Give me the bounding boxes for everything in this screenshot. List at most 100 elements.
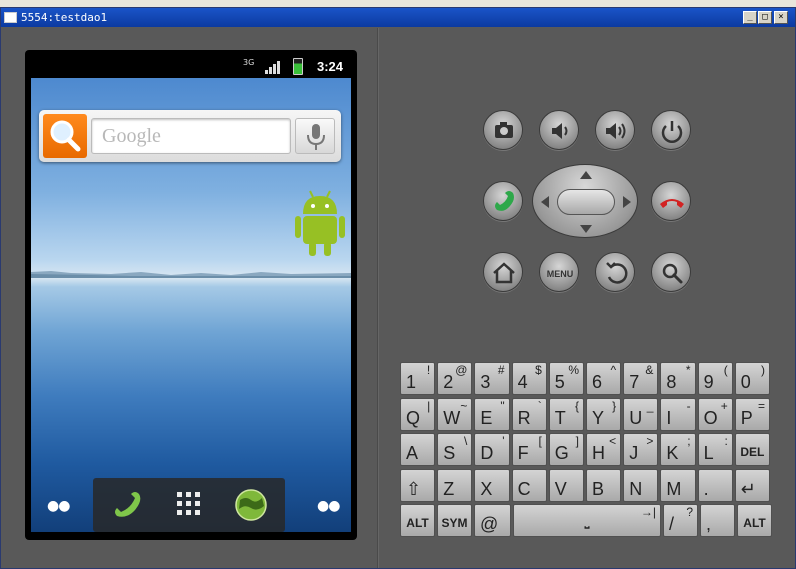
key-row1-6[interactable]: 7 &	[623, 362, 659, 395]
key-alt-label: !	[426, 363, 431, 377]
key-row1-2[interactable]: 3 #	[474, 362, 510, 395]
home-screen-wallpaper[interactable]: Google ●● ●●	[31, 78, 351, 532]
key-alt-label: |	[427, 398, 431, 413]
key-row3-7[interactable]: K;	[660, 433, 696, 466]
dpad-down-icon[interactable]	[580, 225, 592, 233]
dpad-up-icon[interactable]	[580, 171, 592, 179]
sym-key[interactable]: SYM	[437, 504, 472, 537]
microphone-icon	[307, 124, 325, 150]
key-row2-9[interactable]: P =	[734, 397, 770, 431]
key-row1-5[interactable]: 6 ^	[586, 362, 622, 395]
key-row2-4[interactable]: T{	[548, 397, 584, 431]
call-button[interactable]	[483, 181, 523, 221]
key-row1-8[interactable]: 9(	[697, 362, 733, 395]
key-row2-2[interactable]: E "	[474, 397, 510, 431]
menu-button[interactable]: MENU	[539, 252, 579, 292]
alt-left-key[interactable]: ALT	[400, 504, 435, 537]
key-row3-0[interactable]: A	[400, 433, 436, 466]
key-row2-5[interactable]: Y}	[586, 397, 622, 431]
key-row4-2[interactable]: X	[474, 468, 510, 502]
power-button[interactable]	[651, 110, 691, 150]
key-row1-3[interactable]: 4 $	[511, 362, 547, 395]
key-label: 6	[592, 372, 603, 392]
phone-icon[interactable]	[107, 486, 147, 524]
key-alt-label: \	[464, 434, 468, 448]
key-row2-7[interactable]: I-	[660, 397, 696, 431]
key-label: O	[703, 407, 718, 428]
page-indicator-left[interactable]: ●●	[47, 498, 70, 514]
key-row2-1[interactable]: W ~	[437, 397, 473, 431]
key-row4-0[interactable]: ⇧	[400, 468, 436, 502]
space-key[interactable]: ⎵ →|	[513, 504, 661, 537]
volume-down-button[interactable]	[539, 110, 579, 150]
search-button[interactable]	[651, 252, 691, 292]
key-label: T	[554, 407, 566, 428]
volume-up-button[interactable]	[595, 110, 635, 150]
browser-globe-icon[interactable]	[231, 486, 271, 524]
key-row4-1[interactable]: Z	[437, 468, 473, 502]
comma-key[interactable]: ,	[700, 504, 735, 537]
key-row3-1[interactable]: S \	[437, 433, 473, 466]
key-row2-0[interactable]: Q |	[400, 397, 436, 431]
key-row4-3[interactable]: C	[511, 468, 547, 502]
key-row3-3[interactable]: F[	[511, 433, 547, 466]
android-robot-icon[interactable]	[293, 188, 347, 260]
key-row4-5[interactable]: B	[586, 468, 622, 502]
search-input[interactable]: Google	[91, 118, 291, 154]
alt-right-key[interactable]: ALT	[737, 504, 772, 537]
app-drawer-icon[interactable]	[169, 486, 209, 524]
key-row2-8[interactable]: O +	[697, 397, 733, 431]
key-row1-9[interactable]: 0)	[734, 362, 770, 395]
camera-button[interactable]	[483, 110, 523, 150]
key-label: 3	[480, 372, 491, 392]
key-row2-6[interactable]: U _	[623, 397, 659, 431]
key-row1-0[interactable]: 1!	[400, 362, 436, 395]
key-row1-4[interactable]: 5%	[548, 362, 584, 395]
phone-screen[interactable]: 3G 3:24 Google ●● ●●	[25, 50, 357, 540]
key-alt-label: @	[455, 363, 468, 377]
search-widget-button[interactable]	[43, 114, 87, 158]
end-call-icon	[660, 199, 684, 208]
key-row1-7[interactable]: 8 *	[660, 362, 696, 395]
at-key[interactable]: @	[474, 504, 511, 537]
key-alt-label: &	[645, 363, 654, 377]
key-alt-label: )	[760, 363, 765, 377]
key-row3-9[interactable]: DEL	[734, 433, 770, 466]
slash-key[interactable]: /?	[663, 504, 698, 537]
end-call-button[interactable]	[651, 181, 691, 221]
page-indicator-right[interactable]: ●●	[317, 498, 340, 514]
key-label: 2	[443, 372, 454, 392]
voice-search-button[interactable]	[295, 118, 335, 154]
maximize-button[interactable]: □	[758, 11, 772, 24]
key-row3-2[interactable]: D '	[474, 433, 510, 466]
key-alt-label: [	[538, 434, 542, 448]
emulator-window: 5554:testdao1 _ □ × 3G 3:24 Google ●● ●●…	[0, 7, 796, 569]
close-button[interactable]: ×	[774, 11, 788, 24]
panel-divider	[377, 28, 379, 568]
key-label: B	[592, 478, 605, 499]
key-row3-4[interactable]: G]	[548, 433, 584, 466]
key-row3-8[interactable]: L:	[697, 433, 733, 466]
dpad-right-icon[interactable]	[623, 196, 631, 208]
key-label: E	[480, 407, 493, 428]
key-row4-7[interactable]: M	[660, 468, 696, 502]
key-row2-3[interactable]: R `	[511, 397, 547, 431]
window-titlebar[interactable]: 5554:testdao1 _ □ ×	[1, 8, 795, 27]
key-row1-1[interactable]: 2 @	[437, 362, 473, 395]
dpad-center-button[interactable]	[557, 189, 615, 215]
key-row4-9[interactable]: ↵	[734, 468, 770, 502]
back-button[interactable]	[595, 252, 635, 292]
key-row4-8[interactable]: .	[697, 468, 733, 502]
key-row3-6[interactable]: J >	[623, 433, 659, 466]
dpad[interactable]	[532, 164, 638, 238]
key-row3-5[interactable]: H <	[586, 433, 622, 466]
home-button[interactable]	[483, 252, 523, 292]
key-alt-label: >	[646, 434, 654, 448]
key-row4-6[interactable]: N	[623, 468, 659, 502]
dpad-left-icon[interactable]	[541, 196, 549, 208]
key-row4-4[interactable]: V	[548, 468, 584, 502]
minimize-button[interactable]: _	[743, 11, 757, 24]
key-alt-label: ]	[575, 434, 579, 448]
key-label: D	[480, 443, 494, 463]
signal-icon	[265, 61, 280, 74]
